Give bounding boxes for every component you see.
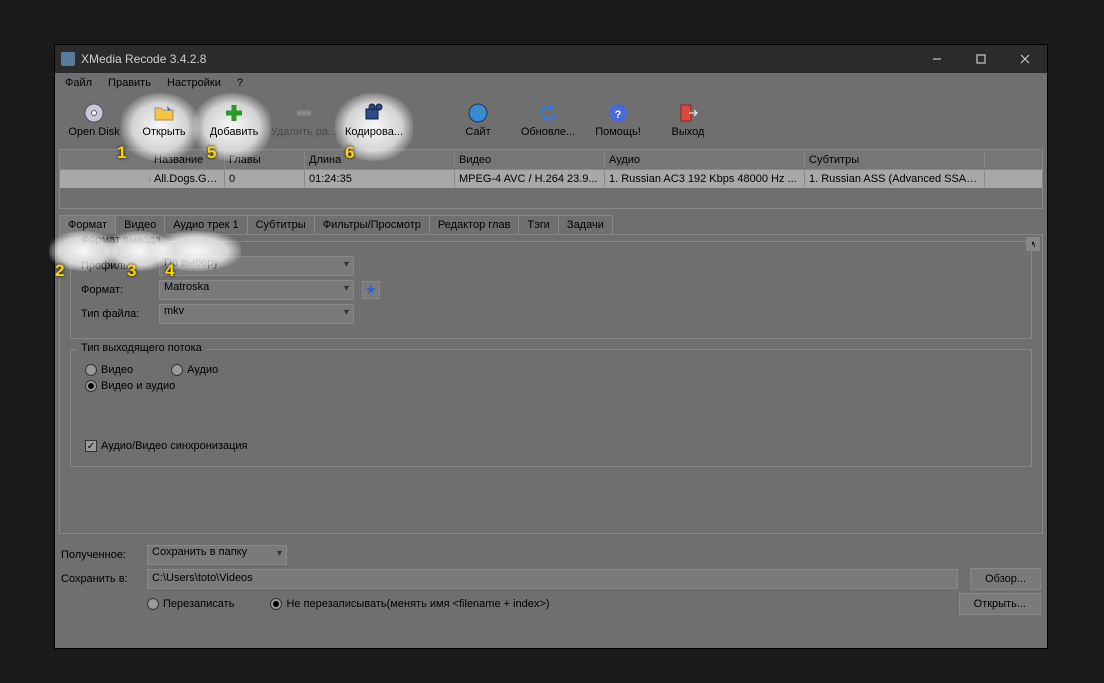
format-select[interactable]: Matroska xyxy=(159,280,354,300)
plus-icon xyxy=(223,102,245,124)
svg-text:?: ? xyxy=(615,109,622,121)
tab-audio[interactable]: Аудио трек 1 xyxy=(164,215,247,234)
toolbar: Open Disk Открыть Добавить Удалить ра...… xyxy=(55,93,1047,147)
saveto-label: Сохранить в: xyxy=(61,573,141,585)
encode-button[interactable]: Кодирова... xyxy=(339,95,409,145)
format-label: Формат: xyxy=(81,284,151,296)
tab-chapters[interactable]: Редактор глав xyxy=(429,215,520,234)
globe-icon xyxy=(467,102,489,124)
format-panel: ∧ Формат вывода Профиль: По выбору Форма… xyxy=(59,234,1043,534)
update-button[interactable]: Обновле... xyxy=(513,95,583,145)
remove-button: Удалить ра... xyxy=(269,95,339,145)
tab-subs[interactable]: Субтитры xyxy=(247,215,315,234)
profile-label: Профиль: xyxy=(81,260,151,272)
menu-edit[interactable]: Править xyxy=(102,75,157,91)
minus-icon xyxy=(293,102,315,124)
radio-overwrite[interactable]: Перезаписать xyxy=(147,598,234,610)
bottom-panel: Полученное: Сохранить в папку Сохранить … xyxy=(59,540,1043,620)
annotation-2: 2 xyxy=(55,261,64,281)
maximize-button[interactable] xyxy=(959,45,1003,73)
camera-icon xyxy=(363,102,385,124)
output-stream-group: Тип выходящего потока Видео Аудио Видео … xyxy=(70,349,1032,467)
favorite-icon[interactable]: ★ xyxy=(362,281,380,299)
menubar: Файл Править Настройки ? xyxy=(55,73,1047,93)
radio-no-overwrite[interactable]: Не перезаписывать(менять имя <filename +… xyxy=(270,598,549,610)
saveto-input[interactable]: C:\Users\toto\Videos xyxy=(147,569,958,589)
output-format-group: Формат вывода Профиль: По выбору Формат:… xyxy=(70,241,1032,339)
annotation-6: 6 xyxy=(345,143,354,163)
check-av-sync[interactable]: Аудио/Видео синхронизация xyxy=(85,440,248,452)
add-button[interactable]: Добавить xyxy=(199,95,269,145)
tab-tags[interactable]: Тэги xyxy=(518,215,559,234)
disc-icon xyxy=(83,102,105,124)
col-subs[interactable]: Субтитры xyxy=(805,152,985,168)
open-button-bottom[interactable]: Открыть... xyxy=(959,593,1041,615)
exit-icon xyxy=(677,102,699,124)
annotation-3: 3 xyxy=(127,261,136,281)
exit-button[interactable]: Выход xyxy=(653,95,723,145)
tabs: Формат Видео Аудио трек 1 Субтитры Фильт… xyxy=(59,215,1043,234)
col-audio[interactable]: Аудио xyxy=(605,152,805,168)
folder-open-icon xyxy=(153,102,175,124)
app-icon xyxy=(61,52,75,66)
open-button[interactable]: Открыть xyxy=(129,95,199,145)
site-button[interactable]: Сайт xyxy=(443,95,513,145)
titlebar: XMedia Recode 3.4.2.8 xyxy=(55,45,1047,73)
refresh-icon xyxy=(537,102,559,124)
browse-button[interactable]: Обзор... xyxy=(970,568,1041,590)
col-video[interactable]: Видео xyxy=(455,152,605,168)
col-length[interactable]: Длина xyxy=(305,152,455,168)
annotation-1: 1 xyxy=(117,143,126,163)
radio-video-audio[interactable]: Видео и аудио xyxy=(85,380,175,392)
received-label: Полученное: xyxy=(61,549,141,561)
menu-help[interactable]: ? xyxy=(231,75,249,91)
tab-format[interactable]: Формат xyxy=(59,215,116,234)
window-title: XMedia Recode 3.4.2.8 xyxy=(81,52,915,66)
tab-filters[interactable]: Фильтры/Просмотр xyxy=(314,215,430,234)
minimize-button[interactable] xyxy=(915,45,959,73)
received-select[interactable]: Сохранить в папку xyxy=(147,545,287,565)
app-window: XMedia Recode 3.4.2.8 Файл Править Настр… xyxy=(54,44,1048,649)
annotation-5: 5 xyxy=(207,143,216,163)
help-button[interactable]: ? Помощь! xyxy=(583,95,653,145)
annotation-4: 4 xyxy=(165,261,174,281)
radio-video[interactable]: Видео xyxy=(85,364,133,376)
close-button[interactable] xyxy=(1003,45,1047,73)
radio-audio[interactable]: Аудио xyxy=(171,364,218,376)
group-title: Формат вывода xyxy=(77,234,165,246)
tab-video[interactable]: Видео xyxy=(115,215,165,234)
filetype-select[interactable]: mkv xyxy=(159,304,354,324)
filetype-label: Тип файла: xyxy=(81,308,151,320)
tab-jobs[interactable]: Задачи xyxy=(558,215,613,234)
menu-settings[interactable]: Настройки xyxy=(161,75,227,91)
col-chapters[interactable]: Главы xyxy=(225,152,305,168)
profile-select[interactable]: По выбору xyxy=(159,256,354,276)
menu-file[interactable]: Файл xyxy=(59,75,98,91)
file-row[interactable]: All.Dogs.Go.... 0 01:24:35 MPEG-4 AVC / … xyxy=(60,170,1042,188)
opendisk-button[interactable]: Open Disk xyxy=(59,95,129,145)
col-blank[interactable] xyxy=(60,158,150,162)
help-icon: ? xyxy=(607,102,629,124)
group-title: Тип выходящего потока xyxy=(77,342,206,354)
